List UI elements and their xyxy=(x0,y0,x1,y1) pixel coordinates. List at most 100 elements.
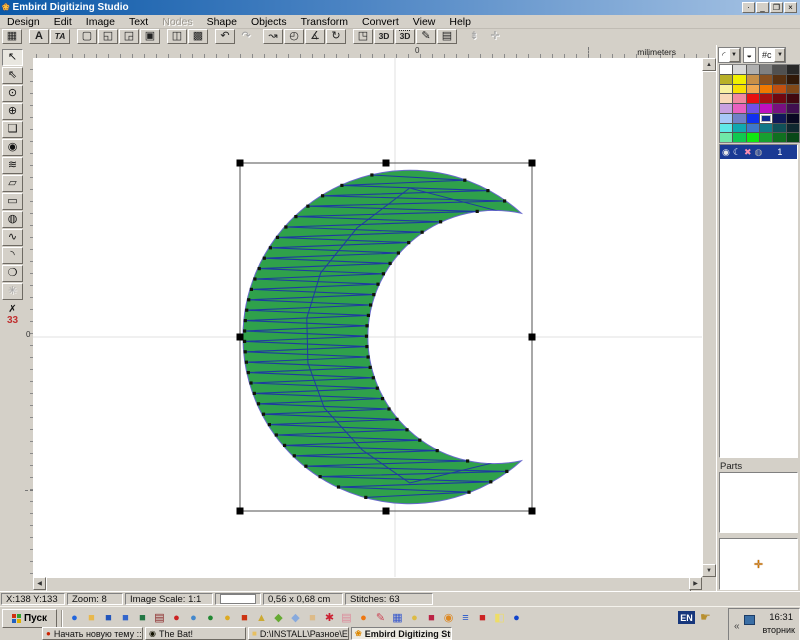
fill-shape-tool-button[interactable]: ❑ xyxy=(2,121,23,138)
menu-objects[interactable]: Objects xyxy=(244,16,294,28)
menu-text[interactable]: Text xyxy=(122,16,155,28)
save-design-button[interactable]: ▣ xyxy=(140,29,160,44)
palette-color-29[interactable] xyxy=(787,104,799,113)
quick-launch-icon-24[interactable]: ■ xyxy=(474,611,491,625)
quick-launch-icon-2[interactable]: ■ xyxy=(100,611,117,625)
lettering-button[interactable]: A xyxy=(29,29,49,44)
scroll-down-button[interactable]: ▼ xyxy=(702,564,716,577)
text-edit-button[interactable]: TA xyxy=(50,29,70,44)
quick-launch-icon-8[interactable]: ● xyxy=(202,611,219,625)
selection-handle[interactable] xyxy=(529,160,536,167)
quick-launch-icon-17[interactable]: ● xyxy=(355,611,372,625)
palette-color-37[interactable] xyxy=(733,124,745,133)
quick-launch-icon-1[interactable]: ■ xyxy=(83,611,100,625)
menu-help[interactable]: Help xyxy=(442,16,478,28)
parts-list[interactable] xyxy=(719,472,798,533)
quick-launch-icon-9[interactable]: ● xyxy=(219,611,236,625)
palette-color-25[interactable] xyxy=(733,104,745,113)
palette-color-18[interactable] xyxy=(720,94,732,103)
palette-color-26[interactable] xyxy=(747,104,759,113)
palette-color-43[interactable] xyxy=(733,133,745,142)
palette-color-4[interactable] xyxy=(773,65,785,74)
border-shape-tool-button[interactable]: ▭ xyxy=(2,193,23,210)
palette-color-23[interactable] xyxy=(787,94,799,103)
tray-expand-icon[interactable]: « xyxy=(734,621,740,632)
paint-tool-button[interactable]: ✎ xyxy=(416,29,436,44)
scroll-up-button[interactable]: ▲ xyxy=(702,58,716,71)
quick-launch-icon-16[interactable]: ▤ xyxy=(338,611,355,625)
quick-launch-icon-13[interactable]: ◆ xyxy=(287,611,304,625)
balloon-shape-tool-button[interactable]: ❍ xyxy=(2,265,23,282)
object-list-item[interactable]: ◉ ☾ ✖ ◍ 1 xyxy=(720,145,797,159)
palette-color-36[interactable] xyxy=(720,124,732,133)
quick-launch-icon-25[interactable]: ◧ xyxy=(491,611,508,625)
task-button-0[interactable]: ●Начать новую тему :: B... xyxy=(42,627,143,640)
quick-launch-icon-22[interactable]: ◉ xyxy=(440,611,457,625)
palette-color-31[interactable] xyxy=(733,114,745,123)
palette-color-27[interactable] xyxy=(760,104,772,113)
close-button[interactable]: × xyxy=(784,2,797,13)
palette-color-24[interactable] xyxy=(720,104,732,113)
new-design-button[interactable]: ▢ xyxy=(77,29,97,44)
language-indicator[interactable]: EN xyxy=(678,611,695,624)
palette-color-35[interactable] xyxy=(787,114,799,123)
chevron-down-icon[interactable]: ▼ xyxy=(774,48,785,62)
selection-handle[interactable] xyxy=(529,508,536,515)
horizontal-scrollbar[interactable]: ◀ ▶ xyxy=(33,577,702,590)
selection-handle[interactable] xyxy=(237,160,244,167)
palette-color-39[interactable] xyxy=(760,124,772,133)
minimize-button[interactable]: _ xyxy=(756,2,769,13)
palette-color-19[interactable] xyxy=(733,94,745,103)
quick-launch-icon-10[interactable]: ■ xyxy=(236,611,253,625)
quick-launch-icon-21[interactable]: ■ xyxy=(423,611,440,625)
task-button-2[interactable]: ■D:\INSTALL\Разное\Embird xyxy=(248,627,349,640)
stitch-type-select[interactable]: #c▼ xyxy=(758,47,787,63)
visibility-eye-icon[interactable]: ◉ xyxy=(722,147,730,158)
palette-color-42[interactable] xyxy=(720,133,732,142)
curve-tool-button[interactable]: ↝ xyxy=(263,29,283,44)
angle-tool-button[interactable]: ∡ xyxy=(305,29,325,44)
pointer-tool-button[interactable]: ↖ xyxy=(2,49,23,66)
palette-color-41[interactable] xyxy=(787,124,799,133)
palette-color-7[interactable] xyxy=(733,75,745,84)
palette-color-20[interactable] xyxy=(747,94,759,103)
image-tool-button[interactable]: ▤ xyxy=(437,29,457,44)
palette-color-46[interactable] xyxy=(773,133,785,142)
page-setup-button[interactable]: ◳ xyxy=(353,29,373,44)
palette-color-2[interactable] xyxy=(747,65,759,74)
menu-view[interactable]: View xyxy=(406,16,443,28)
palette-color-22[interactable] xyxy=(773,94,785,103)
selection-handle[interactable] xyxy=(237,334,244,341)
selection-handle[interactable] xyxy=(383,508,390,515)
task-button-3[interactable]: ❀Embird Digitizing Stud... xyxy=(351,627,452,640)
open-design-button[interactable]: ◱ xyxy=(98,29,118,44)
start-button[interactable]: Пуск xyxy=(2,609,57,628)
palette-color-9[interactable] xyxy=(760,75,772,84)
palette-color-32[interactable] xyxy=(747,114,759,123)
palette-color-34[interactable] xyxy=(773,114,785,123)
applique-tool-button[interactable]: ◍ xyxy=(2,211,23,228)
palette-color-38[interactable] xyxy=(747,124,759,133)
menu-design[interactable]: Design xyxy=(0,16,47,28)
menu-transform[interactable]: Transform xyxy=(294,16,355,28)
arc-tool-button[interactable]: ◝ xyxy=(2,247,23,264)
palette-color-21[interactable] xyxy=(760,94,772,103)
zigzag-tool-button[interactable]: ∿ xyxy=(2,229,23,246)
outline-shape-tool-button[interactable]: ◉ xyxy=(2,139,23,156)
machine-button[interactable]: ◒ xyxy=(743,47,756,63)
selection-handle[interactable] xyxy=(237,508,244,515)
chevron-down-icon[interactable]: ▼ xyxy=(729,48,740,62)
palette-color-13[interactable] xyxy=(733,85,745,94)
palette-color-1[interactable] xyxy=(733,65,745,74)
undo-button[interactable]: ↶ xyxy=(215,29,235,44)
view-3d-stitches-button[interactable]: 3D xyxy=(395,29,415,44)
stitch-preview-button[interactable]: ▦ xyxy=(2,29,22,44)
palette-color-11[interactable] xyxy=(787,75,799,84)
vertical-scrollbar[interactable]: ▲ ▼ xyxy=(702,58,716,577)
pointing-hand-icon[interactable]: ☛ xyxy=(700,610,711,624)
palette-color-3[interactable] xyxy=(760,65,772,74)
palette-color-45[interactable] xyxy=(760,133,772,142)
palette-color-33[interactable] xyxy=(760,114,772,123)
quick-launch-icon-4[interactable]: ■ xyxy=(134,611,151,625)
zoom-tool-button[interactable]: ⊙ xyxy=(2,85,23,102)
